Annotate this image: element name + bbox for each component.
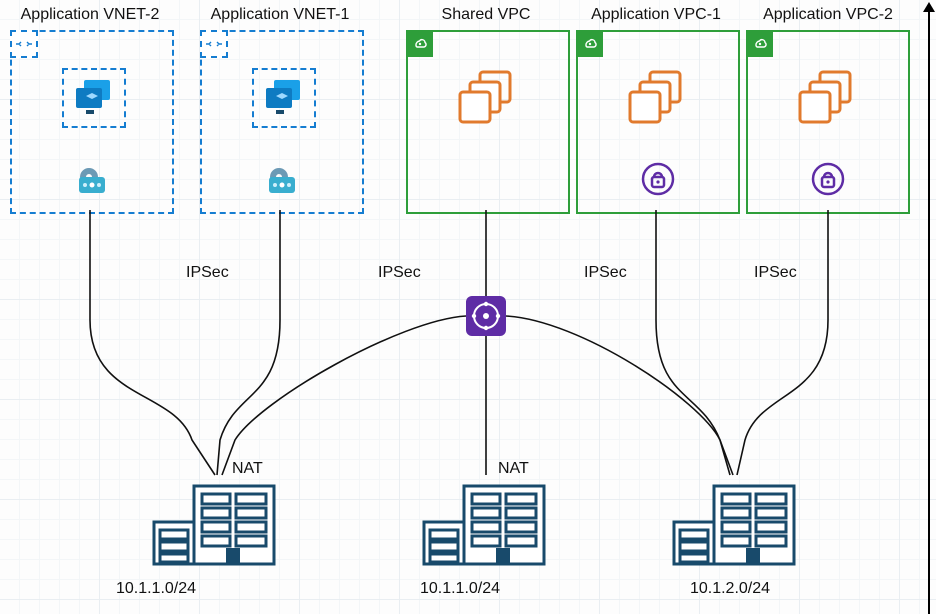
datacenter-2: [420, 478, 530, 562]
label-cidr-3: 10.1.2.0/24: [690, 580, 770, 598]
vertical-axis-arrow: [928, 8, 930, 614]
label-nat-2: NAT: [498, 460, 529, 478]
label-ipsec-4: IPSec: [754, 264, 797, 282]
label-ipsec-1: IPSec: [186, 264, 229, 282]
label-ipsec-3: IPSec: [584, 264, 627, 282]
label-cidr-1: 10.1.1.0/24: [116, 580, 196, 598]
datacenter-1: [150, 478, 260, 562]
label-cidr-2: 10.1.1.0/24: [420, 580, 500, 598]
datacenter-3: [670, 478, 780, 562]
label-ipsec-2: IPSec: [378, 264, 421, 282]
diagram-canvas: Application VNET-2 Application VNET-1 Sh…: [0, 0, 936, 614]
label-nat-1: NAT: [232, 460, 263, 478]
